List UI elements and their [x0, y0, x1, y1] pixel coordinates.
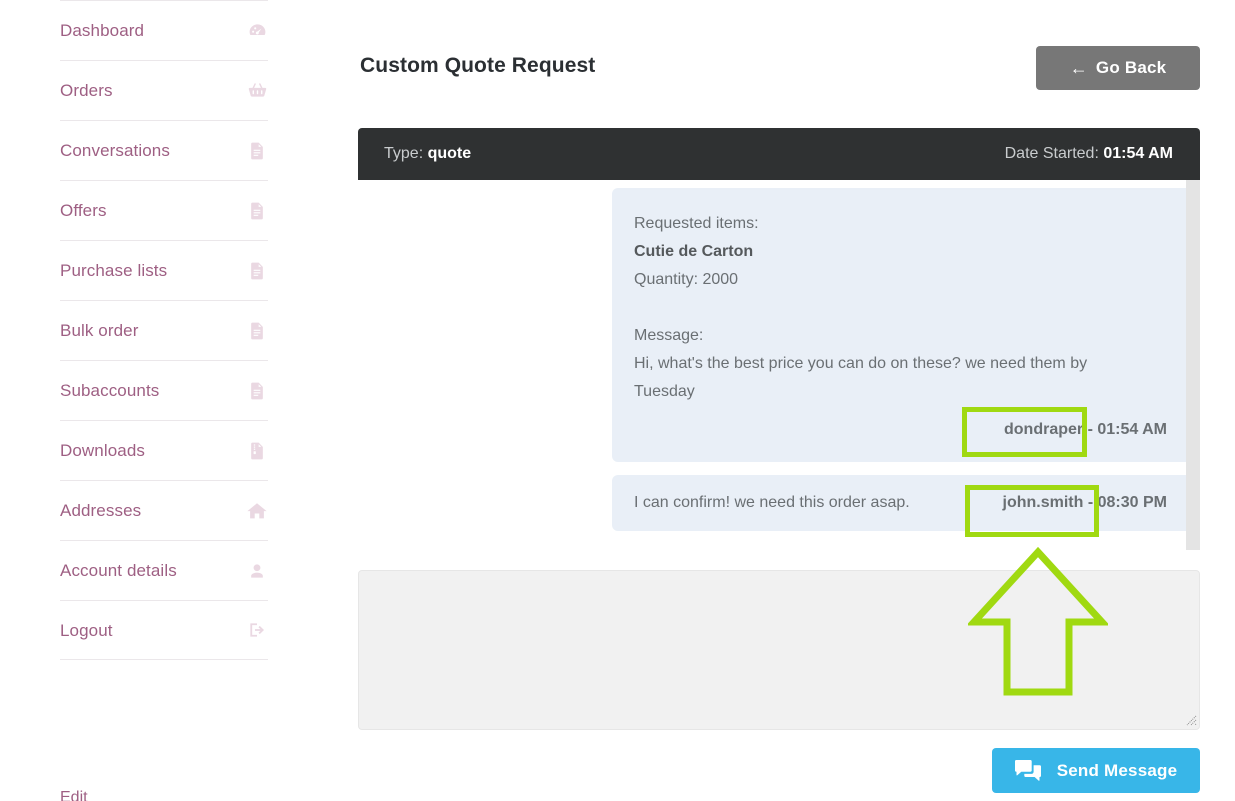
page-title: Custom Quote Request — [360, 54, 596, 77]
sidebar-item-account-details[interactable]: Account details — [60, 540, 268, 600]
message-author: john.smith — [1002, 494, 1084, 511]
message-body-line-2: Tuesday — [634, 383, 695, 400]
message-row: Requested items: Cutie de Carton Quantit… — [358, 188, 1200, 462]
sidebar-item-label: Subaccounts — [60, 381, 160, 400]
sidebar-item-conversations[interactable]: Conversations — [60, 120, 268, 180]
document-icon — [246, 200, 268, 222]
thread-scrollbar[interactable] — [1186, 180, 1200, 550]
user-icon — [246, 560, 268, 582]
message-meta-separator: - — [1083, 421, 1098, 438]
go-back-button[interactable]: ← Go Back — [1036, 46, 1200, 90]
sidebar-item-subaccounts[interactable]: Subaccounts — [60, 360, 268, 420]
send-message-button-label: Send Message — [1056, 760, 1178, 780]
thread-message-list: Requested items: Cutie de Carton Quantit… — [358, 180, 1200, 535]
sidebar-item-label: Offers — [60, 201, 107, 220]
sidebar-item-label: Orders — [60, 81, 113, 100]
send-message-button[interactable]: Send Message — [992, 748, 1200, 793]
thread-date-label: Date Started: — [1004, 145, 1099, 162]
document-icon — [246, 260, 268, 282]
sidebar-item-dashboard[interactable]: Dashboard — [60, 0, 268, 60]
sidebar-item-label: Account details — [60, 561, 177, 580]
message-meta: dondraper - 01:54 AM — [634, 416, 1167, 444]
message-row: I can confirm! we need this order asap. … — [358, 475, 1200, 531]
go-back-button-label: Go Back — [1095, 58, 1167, 77]
sidebar-item-label: Bulk order — [60, 321, 139, 340]
requested-item-name: Cutie de Carton — [634, 243, 754, 260]
sidebar-item-logout[interactable]: Logout — [60, 600, 268, 660]
message-meta-separator: - — [1083, 494, 1098, 511]
comments-icon — [1014, 759, 1041, 782]
sidebar-item-list: Dashboard Orders Conversations Offers Pu… — [60, 0, 268, 660]
requested-items-label: Requested items: — [634, 215, 759, 232]
document-download-icon — [246, 440, 268, 462]
document-icon — [246, 380, 268, 402]
sidebar-item-downloads[interactable]: Downloads — [60, 420, 268, 480]
message-label: Message: — [634, 327, 704, 344]
sidebar-nav: Dashboard Orders Conversations Offers Pu… — [60, 0, 268, 801]
thread-header-bar: Type: quote Date Started: 01:54 AM — [358, 128, 1200, 180]
message-compose-input[interactable] — [358, 570, 1200, 730]
shopping-basket-icon — [246, 80, 268, 102]
thread-type-value: quote — [427, 145, 472, 162]
message-meta: john.smith - 08:30 PM — [1003, 489, 1167, 517]
sidebar-footer-text[interactable]: Edit — [60, 788, 268, 801]
bubble-spacer — [634, 294, 1167, 322]
main-content: Custom Quote Request ← Go Back Type: quo… — [358, 0, 1235, 801]
thread-type: Type: quote — [384, 145, 471, 163]
sidebar-item-label: Logout — [60, 620, 113, 640]
logout-icon — [246, 619, 268, 641]
sidebar-item-orders[interactable]: Orders — [60, 60, 268, 120]
sidebar-item-label: Addresses — [60, 501, 142, 520]
message-bubble-reply: I can confirm! we need this order asap. … — [612, 475, 1192, 531]
requested-item-quantity: Quantity: 2000 — [634, 271, 739, 288]
arrow-left-icon: ← — [1069, 57, 1088, 78]
dashboard-gauge-icon — [246, 20, 268, 42]
sidebar-item-label: Downloads — [60, 441, 146, 460]
message-time: 08:30 PM — [1097, 494, 1167, 511]
message-body-line-1: Hi, what's the best price you can do on … — [634, 355, 1088, 372]
sidebar-item-label: Dashboard — [60, 21, 145, 40]
sidebar-item-offers[interactable]: Offers — [60, 180, 268, 240]
home-icon — [246, 500, 268, 522]
document-icon — [246, 320, 268, 342]
message-time: 01:54 AM — [1097, 421, 1167, 438]
sidebar-item-label: Conversations — [60, 141, 170, 160]
sidebar-item-addresses[interactable]: Addresses — [60, 480, 268, 540]
message-bubble-quote: Requested items: Cutie de Carton Quantit… — [612, 188, 1192, 462]
thread-date-value: 01:54 AM — [1103, 145, 1173, 162]
sidebar-item-bulk-order[interactable]: Bulk order — [60, 300, 268, 360]
sidebar-item-label: Purchase lists — [60, 261, 168, 280]
thread-type-label: Type: — [384, 145, 424, 162]
thread-date-started: Date Started: 01:54 AM — [1005, 145, 1173, 163]
message-text: I can confirm! we need this order asap. — [634, 494, 910, 511]
sidebar-item-purchase-lists[interactable]: Purchase lists — [60, 240, 268, 300]
message-author: dondraper — [1004, 421, 1084, 438]
document-icon — [246, 140, 268, 162]
page-root: Dashboard Orders Conversations Offers Pu… — [0, 0, 1235, 801]
conversation-thread: Type: quote Date Started: 01:54 AM Reque… — [358, 128, 1200, 550]
